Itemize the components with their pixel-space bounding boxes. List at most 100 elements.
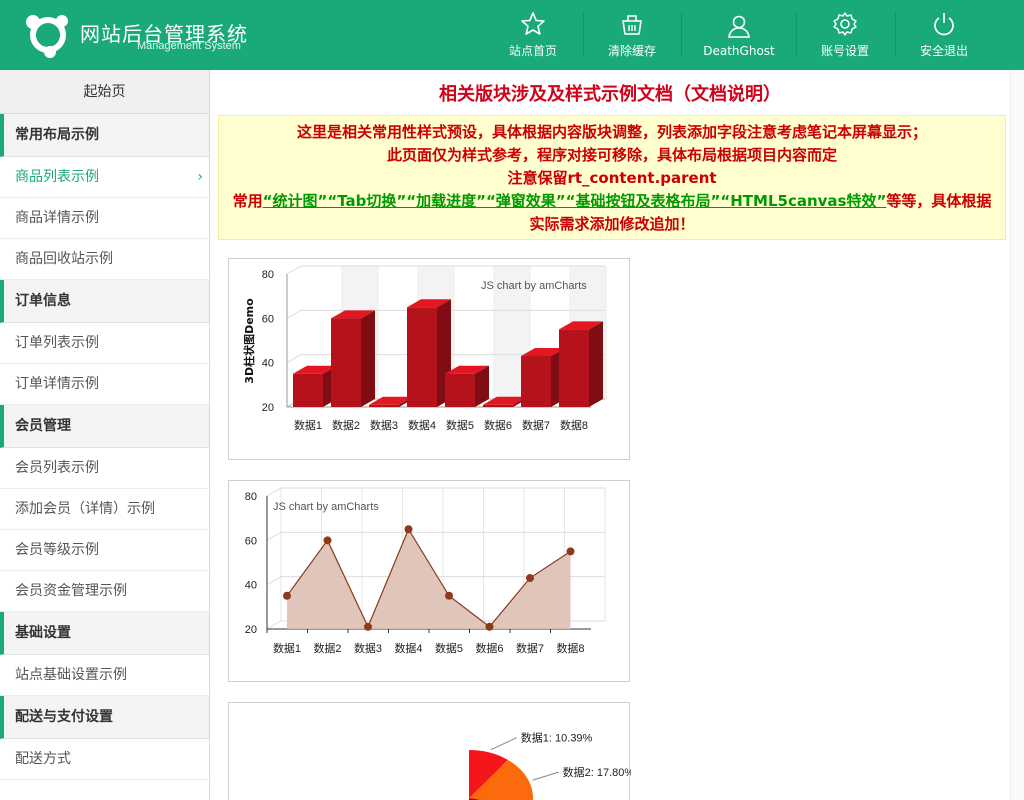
sidebar-item-label: 订单列表示例 [15,335,99,351]
sidebar-item-label: 站点基础设置示例 [15,667,127,683]
notice-line: 此页面仅为样式参考，程序对接可移除，具体布局根据项目内容而定 [386,146,837,164]
data-point [445,591,453,600]
x-tick-label: 数据5 [435,641,463,655]
sidebar-item-product-recycle[interactable]: 商品回收站示例 [0,239,209,280]
data-point [364,622,372,631]
nav-user-account[interactable]: DeathGhost [693,0,785,70]
notice-box: 这里是相关常用性样式预设，具体根据内容版块调整，列表添加字段注意考虑笔记本屏幕显… [218,115,1006,240]
sidebar-item-add-member[interactable]: 添加会员（详情）示例 [0,489,209,530]
nav-account-settings[interactable]: 账号设置 [808,0,882,70]
pie-label: 数据1: 10.39% [521,731,593,745]
bar [293,373,323,407]
top-header: 网站后台管理系统 Management System 站点首页 清除缓存 Dea… [0,0,1024,70]
sidebar-item-label: 商品列表示例 [15,169,99,185]
notice-line: 实际需求添加修改追加！ [529,215,695,233]
sidebar-group-label: 会员管理 [15,418,71,434]
x-tick-label: 数据1 [294,418,322,432]
sidebar-item-delivery-method[interactable]: 配送方式 [0,739,209,780]
sidebar-group-layout[interactable]: 常用布局示例 [0,114,209,157]
nav-label: 安全退出 [919,44,968,58]
x-tick-label: 数据5 [446,418,474,432]
chart-credit: JS chart by amCharts [481,280,587,292]
sidebar-item-site-settings[interactable]: 站点基础设置示例 [0,655,209,696]
bar [369,404,399,407]
y-tick-label: 40 [262,358,274,370]
sidebar-item-label: 商品回收站示例 [15,251,113,267]
x-tick-label: 数据8 [556,641,584,655]
main-scrollbar[interactable] [1010,70,1024,800]
sidebar-item-member-level[interactable]: 会员等级示例 [0,530,209,571]
data-point [566,547,575,556]
sidebar-item-label: 配送方式 [15,751,71,767]
sidebar-item-label: 商品详情示例 [15,210,99,226]
user-icon [728,15,750,38]
sidebar-group-label: 订单信息 [15,293,71,309]
notice-link[interactable]: “基础按钮及表格布局” [566,192,721,210]
sidebar-item-member-funds[interactable]: 会员资金管理示例 [0,571,209,612]
bar [407,307,437,407]
x-tick-label: 数据2 [313,641,341,655]
sidebar-item-order-detail[interactable]: 订单详情示例 [0,364,209,405]
nav-label: 站点首页 [508,44,557,58]
nav-clear-cache[interactable]: 清除缓存 [595,0,669,70]
data-point [323,536,332,545]
nav-logout[interactable]: 安全退出 [907,0,981,70]
sidebar-group-label: 常用布局示例 [15,127,99,143]
sidebar-item-label: 会员列表示例 [15,460,99,476]
sidebar-group-members[interactable]: 会员管理 [0,405,209,448]
sidebar-group-delivery-payment[interactable]: 配送与支付设置 [0,696,209,739]
bar [445,373,475,407]
grid-line [266,487,605,497]
sidebar-item-label: 会员资金管理示例 [15,583,127,599]
basket-icon [622,15,642,35]
bar [483,404,513,407]
sidebar-group-orders[interactable]: 订单信息 [0,280,209,323]
sidebar-item-member-list[interactable]: 会员列表示例 [0,448,209,489]
area-chart-panel: 20 40 60 80 JS chart by amCharts 数据1 数据2 数据3 数据4… [228,480,630,682]
nav-site-home[interactable]: 站点首页 [497,0,569,70]
y-tick-label: 20 [262,402,274,414]
sidebar-item-order-list[interactable]: 订单列表示例 [0,323,209,364]
notice-prefix: 常用 [232,192,263,210]
nav-divider [681,12,682,56]
main-content: 相关版块涉及及样式示例文档（文档说明） 这里是相关常用性样式预设，具体根据内容版… [210,70,1010,800]
sidebar-group-basic-settings[interactable]: 基础设置 [0,612,209,655]
data-point [526,574,534,583]
pie-label-line [490,737,518,751]
notice-link[interactable]: “加载进度” [406,192,486,210]
nav-label: DeathGhost [703,43,775,58]
notice-link[interactable]: “统计图” [263,192,328,210]
star-icon [521,12,545,35]
notice-suffix: 等等，具体根据 [886,192,992,210]
notice-line: 常用“统计图”“Tab切换”“加载进度”“弹窗效果”“基础按钮及表格布局”“HT… [219,190,1005,213]
notice-line: 这里是相关常用性样式预设，具体根据内容版块调整，列表添加字段注意考虑笔记本屏幕显… [296,123,927,141]
y-tick-label: 80 [245,491,257,503]
gear-icon [833,12,857,36]
data-point [404,525,413,534]
bar [559,329,589,407]
sidebar-item-product-detail[interactable]: 商品详情示例 [0,198,209,239]
bar-side [361,310,375,407]
y-tick-label: 40 [245,580,257,592]
notice-link[interactable]: “Tab切换” [327,192,406,210]
sidebar-item-label: 订单详情示例 [15,376,99,392]
notice-line: 注意保留rt_content.parent [507,169,717,187]
x-tick-label: 数据3 [370,418,398,432]
nav-divider [796,12,797,56]
bar-chart-panel: 20 40 60 80 3D柱状图Demo JS chart by amCharts 数据1… [228,258,630,460]
pie-label-line [532,771,559,781]
x-tick-label: 数据1 [273,641,301,655]
x-tick-label: 数据8 [560,418,588,432]
sidebar-item-product-list[interactable]: 商品列表示例 › [0,157,209,198]
data-point [283,591,291,600]
bar-chart: 20 40 60 80 3D柱状图Demo JS chart by amCharts 数据1… [242,265,607,432]
x-tick-label: 数据6 [475,641,503,655]
y-axis-title: 3D柱状图Demo [242,298,256,384]
chart-credit: JS chart by amCharts [273,501,379,513]
nav-divider [583,12,584,56]
notice-link[interactable]: “HTML5canvas特效” [720,192,886,210]
bar [331,318,361,407]
notice-link[interactable]: “弹窗效果” [486,192,566,210]
sidebar-home[interactable]: 起始页 [0,70,209,114]
logo-icon [26,15,68,58]
